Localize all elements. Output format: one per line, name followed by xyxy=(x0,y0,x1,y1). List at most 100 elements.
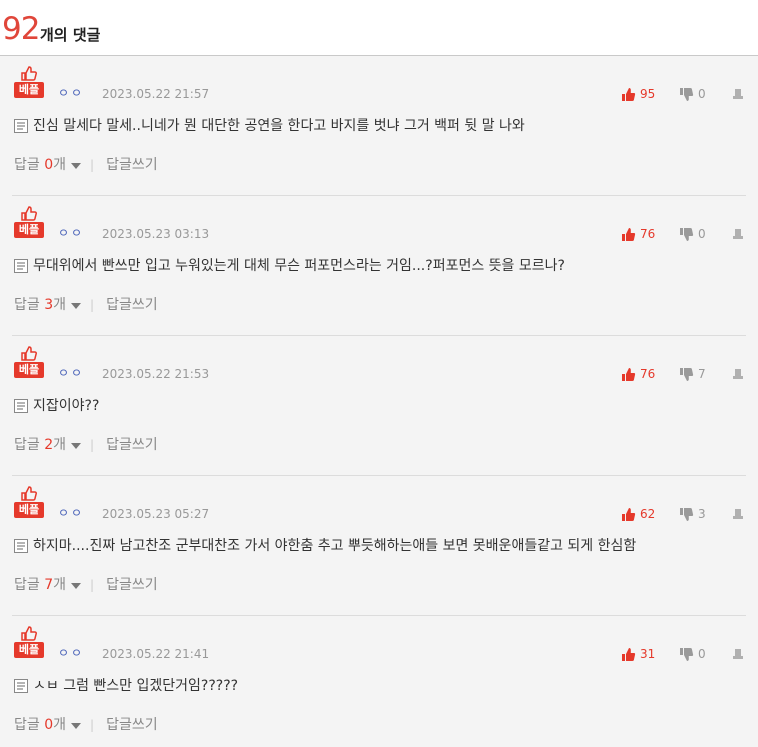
thumbs-up-outline-icon xyxy=(21,486,37,501)
dislike-count: 0 xyxy=(698,647,706,661)
comment-text: 하지마....진짜 남고찬조 군부대찬조 가서 야한춤 추고 뿌듯해하는애들 보… xyxy=(33,538,637,554)
separator: | xyxy=(90,578,95,592)
comment-actions: 답글 0개 | 답글쓰기 xyxy=(14,715,158,735)
like-count: 95 xyxy=(640,87,656,101)
comment-actions: 답글 0개 | 답글쓰기 xyxy=(14,155,158,175)
comment-body: 진심 말세다 말세..니네가 뭔 대단한 공연을 한다고 바지를 벗냐 그거 백… xyxy=(14,116,746,136)
comment-actions: 답글 2개 | 답글쓰기 xyxy=(14,435,158,455)
comment-text: 무대위에서 빤쓰만 입고 누워있는게 대체 무슨 퍼포먼스라는 거임...?퍼포… xyxy=(33,258,565,274)
separator: | xyxy=(90,298,95,312)
thumbs-up-icon xyxy=(622,87,636,101)
comment-count: 92 xyxy=(2,11,40,47)
comment-nickname[interactable]: ㅇㅇ xyxy=(58,505,84,521)
best-badge-label: 베플 xyxy=(14,362,44,378)
dislike-button[interactable]: 3 xyxy=(680,507,722,521)
report-button[interactable] xyxy=(732,368,746,380)
thumbs-up-icon xyxy=(622,367,636,381)
comment-nickname[interactable]: ㅇㅇ xyxy=(58,645,84,661)
dislike-count: 3 xyxy=(698,507,706,521)
thumbs-up-icon xyxy=(622,647,636,661)
comment-date: 2023.05.22 21:53 xyxy=(102,367,210,381)
separator: | xyxy=(90,158,95,172)
caret-down-icon xyxy=(71,162,82,169)
report-icon xyxy=(733,89,743,99)
document-icon xyxy=(14,399,28,413)
thumbs-up-outline-icon xyxy=(21,626,37,641)
like-button[interactable]: 31 xyxy=(622,647,666,661)
like-button[interactable]: 95 xyxy=(622,87,666,101)
comment-votes: 76 0 xyxy=(622,225,746,243)
comment-item: 베플 ㅇㅇ 2023.05.22 21:57 95 0 진심 말세다 말세..니… xyxy=(12,56,746,196)
dislike-count: 0 xyxy=(698,87,706,101)
write-reply-button[interactable]: 답글쓰기 xyxy=(106,575,158,595)
reply-label: 답글 xyxy=(14,437,40,453)
thumbs-down-icon xyxy=(680,507,694,521)
comment-list: 베플 ㅇㅇ 2023.05.22 21:57 95 0 진심 말세다 말세..니… xyxy=(0,56,758,747)
comment-item: 베플 ㅇㅇ 2023.05.23 03:13 76 0 무대위에서 빤쓰만 입고… xyxy=(12,196,746,336)
reply-count-unit: 개 xyxy=(53,717,67,733)
report-icon xyxy=(733,229,743,239)
separator: | xyxy=(90,438,95,452)
comment-nickname[interactable]: ㅇㅇ xyxy=(58,365,84,381)
separator: | xyxy=(90,718,95,732)
write-reply-button[interactable]: 답글쓰기 xyxy=(106,295,158,315)
comment-votes: 31 0 xyxy=(622,645,746,663)
dislike-button[interactable]: 0 xyxy=(680,647,722,661)
thumbs-up-outline-icon xyxy=(21,206,37,221)
like-count: 76 xyxy=(640,367,656,381)
report-button[interactable] xyxy=(732,88,746,100)
comment-nickname[interactable]: ㅇㅇ xyxy=(58,85,84,101)
document-icon xyxy=(14,539,28,553)
report-icon xyxy=(733,369,743,379)
comment-body: 지잡이야?? xyxy=(14,396,746,416)
caret-down-icon xyxy=(71,722,82,729)
write-reply-button[interactable]: 답글쓰기 xyxy=(106,715,158,735)
thumbs-down-icon xyxy=(680,647,694,661)
report-button[interactable] xyxy=(732,508,746,520)
reply-count-unit: 개 xyxy=(53,437,67,453)
like-count: 31 xyxy=(640,647,656,661)
report-icon xyxy=(733,509,743,519)
comments-header: 92 개의 댓글 xyxy=(0,0,758,56)
dislike-count: 0 xyxy=(698,227,706,241)
comment-item: 베플 ㅇㅇ 2023.05.23 05:27 62 3 하지마....진짜 남고… xyxy=(12,476,746,616)
reply-label: 답글 xyxy=(14,157,40,173)
comment-body: 하지마....진짜 남고찬조 군부대찬조 가서 야한춤 추고 뿌듯해하는애들 보… xyxy=(14,536,746,556)
write-reply-button[interactable]: 답글쓰기 xyxy=(106,155,158,175)
write-reply-button[interactable]: 답글쓰기 xyxy=(106,435,158,455)
dislike-button[interactable]: 0 xyxy=(680,87,722,101)
reply-toggle[interactable]: 답글 3개 xyxy=(14,295,82,315)
comment-text: ㅅㅂ 그럼 빤스만 입겠단거임????? xyxy=(33,678,239,694)
thumbs-down-icon xyxy=(680,87,694,101)
reply-count: 0 xyxy=(44,717,54,733)
like-count: 76 xyxy=(640,227,656,241)
comment-nickname[interactable]: ㅇㅇ xyxy=(58,225,84,241)
best-badge-label: 베플 xyxy=(14,642,44,658)
report-button[interactable] xyxy=(732,228,746,240)
reply-toggle[interactable]: 답글 0개 xyxy=(14,155,82,175)
comment-count-label: 개의 댓글 xyxy=(40,26,101,44)
reply-count: 3 xyxy=(44,297,54,313)
reply-label: 답글 xyxy=(14,297,40,313)
reply-toggle[interactable]: 답글 7개 xyxy=(14,575,82,595)
like-button[interactable]: 62 xyxy=(622,507,666,521)
comment-item: 베플 ㅇㅇ 2023.05.22 21:53 76 7 지잡이야?? 답글 2개 xyxy=(12,336,746,476)
like-button[interactable]: 76 xyxy=(622,227,666,241)
document-icon xyxy=(14,679,28,693)
best-comment-badge: 베플 xyxy=(14,626,44,662)
thumbs-down-icon xyxy=(680,367,694,381)
reply-toggle[interactable]: 답글 0개 xyxy=(14,715,82,735)
thumbs-up-outline-icon xyxy=(21,346,37,361)
dislike-button[interactable]: 0 xyxy=(680,227,722,241)
dislike-button[interactable]: 7 xyxy=(680,367,722,381)
reply-count-unit: 개 xyxy=(53,157,67,173)
best-comment-badge: 베플 xyxy=(14,486,44,522)
thumbs-down-icon xyxy=(680,227,694,241)
reply-toggle[interactable]: 답글 2개 xyxy=(14,435,82,455)
comment-date: 2023.05.22 21:41 xyxy=(102,647,210,661)
reply-label: 답글 xyxy=(14,577,40,593)
report-button[interactable] xyxy=(732,648,746,660)
like-button[interactable]: 76 xyxy=(622,367,666,381)
thumbs-up-outline-icon xyxy=(21,66,37,81)
best-badge-label: 베플 xyxy=(14,502,44,518)
